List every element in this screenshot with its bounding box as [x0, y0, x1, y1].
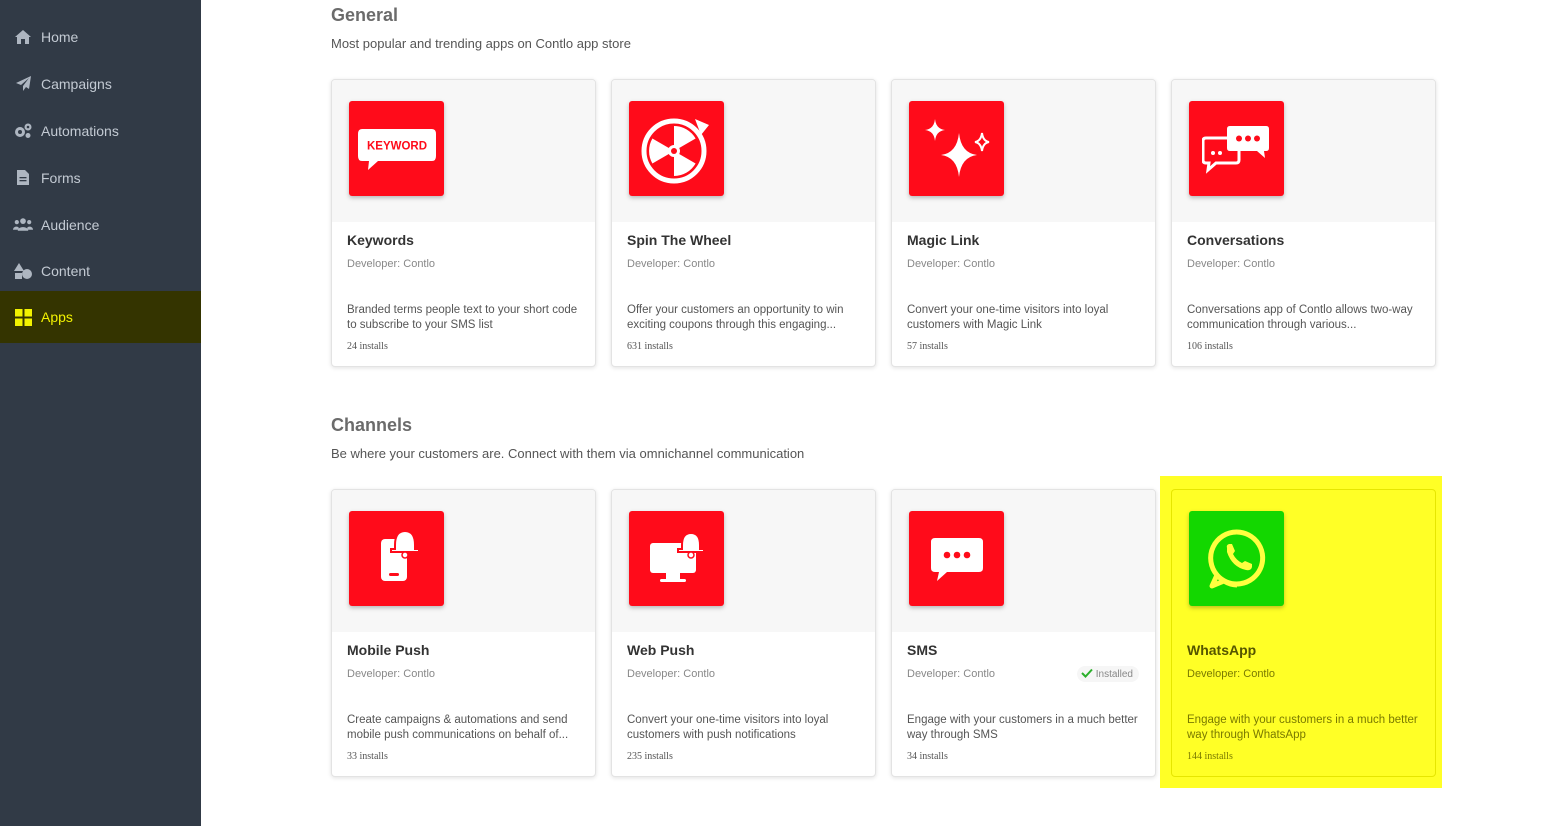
sidebar-item-apps[interactable]: Apps: [0, 291, 201, 343]
app-installs: 24 installs: [347, 341, 388, 352]
sidebar-item-audience[interactable]: Audience: [0, 201, 201, 248]
app-installs: 235 installs: [627, 751, 673, 762]
installed-badge-label: Installed: [1095, 668, 1133, 680]
app-description: Convert your one-time visitors into loya…: [627, 714, 829, 741]
sidebar-item-label: Home: [41, 28, 79, 45]
app-developer: Developer: Contlo: [1187, 258, 1276, 270]
app-name: Conversations: [1187, 232, 1285, 248]
app-name: Magic Link: [907, 232, 980, 248]
grid-icon: [13, 307, 33, 327]
app-description: Convert your one-time visitors into loya…: [907, 304, 1109, 331]
app-installs: 631 installs: [627, 341, 673, 352]
app-name: Web Push: [627, 642, 695, 658]
wheel-icon: [629, 101, 724, 196]
app-description: Engage with your customers in a much bet…: [1187, 714, 1418, 741]
keyword-icon: KEYWORD: [349, 101, 444, 196]
app-installs: 144 installs: [1187, 751, 1233, 762]
section-subtitle: Be where your customers are. Connect wit…: [331, 446, 805, 461]
app-card-keywords[interactable]: KEYWORD Keywords Developer: Contlo Brand…: [331, 79, 596, 367]
home-icon: [13, 27, 33, 47]
sidebar-item-home[interactable]: Home: [0, 13, 201, 60]
app-installs: 57 installs: [907, 341, 948, 352]
sms-bubble-icon: [909, 511, 1004, 606]
app-card-sms[interactable]: SMS Developer: Contlo Installed Engage w…: [891, 489, 1156, 777]
app-name: SMS: [907, 642, 938, 658]
gears-icon: [13, 121, 33, 141]
app-installs: 34 installs: [907, 751, 948, 762]
app-card-mobile-push[interactable]: Mobile Push Developer: Contlo Create cam…: [331, 489, 596, 777]
paper-plane-icon: [13, 74, 33, 94]
svg-text:KEYWORD: KEYWORD: [366, 140, 426, 152]
sidebar-item-label: Automations: [41, 122, 119, 139]
installed-badge: Installed: [1076, 666, 1139, 682]
app-name: Spin The Wheel: [627, 232, 732, 248]
section-title: Channels: [331, 415, 413, 435]
sparkles-icon: [909, 101, 1004, 196]
app-card-conversations[interactable]: Conversations Developer: Contlo Conversa…: [1171, 79, 1436, 367]
sidebar-item-label: Content: [41, 262, 91, 279]
sidebar-item-automations[interactable]: Automations: [0, 107, 201, 154]
document-icon: [13, 168, 33, 188]
app-card-whatsapp[interactable]: WhatsApp Developer: Contlo Engage with y…: [1171, 489, 1436, 777]
app-description: Create campaigns & automations and send …: [347, 714, 569, 741]
sidebar-item-forms[interactable]: Forms: [0, 154, 201, 201]
app-developer: Developer: Contlo: [627, 258, 716, 270]
app-developer: Developer: Contlo: [1187, 668, 1276, 680]
app-developer: Developer: Contlo: [347, 258, 436, 270]
app-name: Keywords: [347, 232, 414, 248]
app-developer: Developer: Contlo: [347, 668, 436, 680]
monitor-bell-icon: [629, 511, 724, 606]
app-card-magic-link[interactable]: Magic Link Developer: Contlo Convert you…: [891, 79, 1156, 367]
app-description: Conversations app of Contlo allows two-w…: [1187, 304, 1413, 331]
sidebar-item-content[interactable]: Content: [0, 247, 201, 294]
section-title: General: [331, 5, 399, 25]
app-name: Mobile Push: [347, 642, 430, 658]
app-card-spin-the-wheel[interactable]: Spin The Wheel Developer: Contlo Offer y…: [611, 79, 876, 367]
app-description: Engage with your customers in a much bet…: [907, 714, 1138, 741]
chat-bubbles-icon: [1189, 101, 1284, 196]
app-name: WhatsApp: [1187, 642, 1257, 658]
app-developer: Developer: Contlo: [907, 668, 996, 680]
app-developer: Developer: Contlo: [907, 258, 996, 270]
mobile-bell-icon: [349, 511, 444, 606]
sidebar-item-label: Forms: [41, 169, 81, 186]
sidebar-item-campaigns[interactable]: Campaigns: [0, 60, 201, 107]
shapes-icon: [13, 261, 33, 281]
sidebar-item-label: Apps: [41, 309, 73, 325]
section-subtitle: Most popular and trending apps on Contlo…: [331, 36, 631, 51]
sidebar-item-label: Campaigns: [41, 75, 112, 92]
checkmark-icon: [1081, 668, 1093, 681]
app-installs: 33 installs: [347, 751, 388, 762]
sidebar-item-label: Audience: [41, 216, 100, 233]
app-description: Offer your customers an opportunity to w…: [627, 304, 844, 331]
users-icon: [13, 215, 33, 235]
app-card-web-push[interactable]: Web Push Developer: Contlo Convert your …: [611, 489, 876, 777]
app-installs: 106 installs: [1187, 341, 1233, 352]
app-developer: Developer: Contlo: [627, 668, 716, 680]
app-description: Branded terms people text to your short …: [347, 304, 578, 331]
sidebar: Home Campaigns Automations Forms Audienc…: [0, 0, 201, 826]
whatsapp-icon: [1189, 511, 1284, 606]
